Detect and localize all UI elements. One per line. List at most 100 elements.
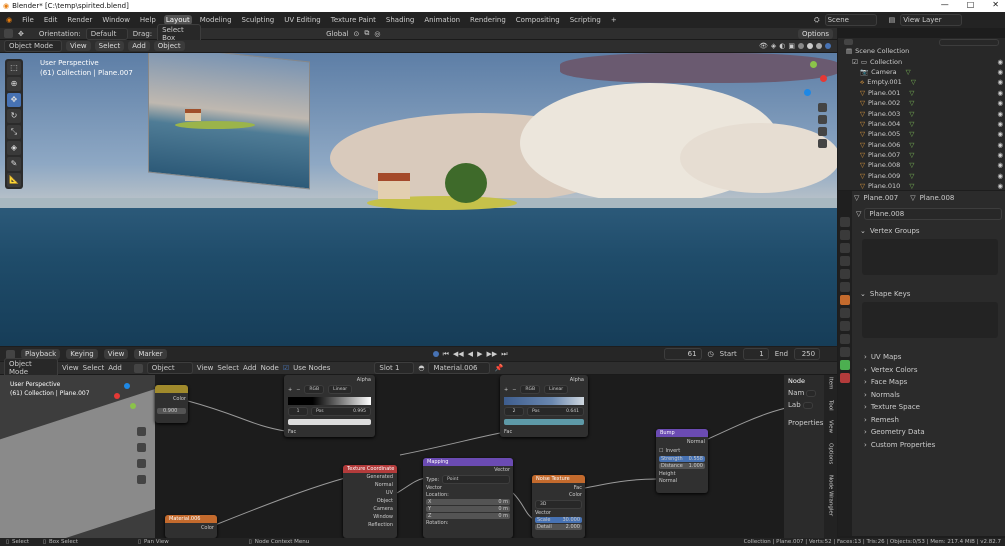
scene-collection-row[interactable]: ▤ Scene Collection [838,46,1005,56]
next-key-icon[interactable]: ▶▶ [486,350,497,358]
bump-node-header[interactable]: Bump [656,429,708,437]
eye-icon[interactable]: ◉ [997,141,1003,149]
orientation-dropdown[interactable]: Default [85,27,128,40]
current-frame-field[interactable]: 61 [663,348,702,360]
ramp2-index-field[interactable]: 2 [504,407,524,416]
bump-strength-field[interactable]: Strength 0.558 [659,456,705,462]
properties-section[interactable]: › Normals [854,389,1004,402]
menu-file[interactable]: File [20,15,36,25]
eye-icon[interactable]: ◉ [997,68,1003,76]
rotate-tool-icon[interactable]: ↻ [7,109,21,123]
perspective-toggle-icon[interactable] [818,139,827,148]
mini-view-menu[interactable]: View [62,364,79,372]
tab-shading[interactable]: Shading [384,15,416,25]
sidebar-name-field[interactable] [806,389,817,397]
outliner-item[interactable]: ▽ Plane.005 ▽ ◉ [838,129,1005,139]
play-icon[interactable]: ▶ [477,350,482,358]
object-menu[interactable]: Object [153,41,185,51]
visibility-icon[interactable]: 👁 [759,42,768,50]
material-node[interactable]: Material.006 Color [165,515,217,538]
eye-icon[interactable]: ◉ [997,58,1003,66]
material-node-header[interactable]: Material.006 [165,515,217,523]
play-reverse-icon[interactable]: ◀ [468,350,473,358]
color-node-value[interactable]: 0.900 [157,408,186,414]
sidebar-tab-view[interactable]: View [828,420,834,433]
props-tab-b[interactable]: Plane.008 [920,194,955,202]
mini-select-menu[interactable]: Select [83,364,105,372]
bump-invert-checkbox[interactable]: ☐ Invert [656,445,708,454]
pin-icon[interactable]: 📌 [494,364,503,372]
properties-section[interactable]: › Geometry Data [854,426,1004,439]
shape-keys-header[interactable]: ⌄ Shape Keys [854,288,1004,300]
noise-detail-field[interactable]: Detail 2.000 [535,524,582,530]
ramp1-pos-field[interactable]: Pos 0.995 [311,407,371,416]
ramp2-interp-dropdown[interactable]: Linear [544,385,569,394]
add-menu[interactable]: Add [128,41,150,51]
sidebar-tab-tool[interactable]: Tool [828,400,834,411]
mapping-loc-y-field[interactable]: Y0 m [426,506,510,512]
noise-dimensions-dropdown[interactable]: 3D [535,500,582,509]
mesh-name-field[interactable]: Plane.008 [864,208,1002,220]
minimize-button[interactable]: — [941,0,949,9]
tab-scripting[interactable]: Scripting [568,15,603,25]
eye-icon[interactable]: ◉ [997,99,1003,107]
noise-scale-field[interactable]: Scale 30.000 [535,517,582,523]
wireframe-shading-icon[interactable] [798,43,804,49]
slot-dropdown[interactable]: Slot 1 [374,362,415,374]
outliner-item[interactable]: ▽ Plane.007 ▽ ◉ [838,150,1005,160]
scale-tool-icon[interactable]: ⤡ [7,125,21,139]
eye-icon[interactable]: ◉ [997,161,1003,169]
eye-icon[interactable]: ◉ [997,110,1003,118]
outliner-item[interactable]: ▽ Plane.003 ▽ ◉ [838,108,1005,118]
texture-coordinate-node[interactable]: Texture Coordinate Generated Normal UV Obje… [343,465,397,538]
snap-icon[interactable]: ⧉ [364,29,369,38]
ramp1-color-swatch[interactable] [288,419,371,425]
ramp2-gradient[interactable] [504,397,584,405]
end-frame-field[interactable]: 250 [794,348,821,360]
color-ramp-node-1[interactable]: Alpha + − RGB Linear 1 Pos 0.995 Fac [284,375,375,437]
options-dropdown[interactable]: Options [797,28,833,39]
move-icon[interactable]: ✥ [18,30,24,38]
move-tool-icon[interactable]: ✥ [7,93,21,107]
tab-modeling[interactable]: Modeling [198,15,234,25]
menu-render[interactable]: Render [65,15,94,25]
menu-edit[interactable]: Edit [42,15,60,25]
data-tab-icon[interactable] [840,360,850,370]
overlay-icon[interactable]: ◐ [779,42,785,50]
navigation-gizmo[interactable] [796,59,830,99]
mapping-node[interactable]: Mapping Vector Type: Point Vector Locatio… [423,458,513,538]
eye-icon[interactable]: ◉ [997,89,1003,97]
modifier-tab-icon[interactable] [840,308,850,318]
ramp2-pos-field[interactable]: Pos 0.641 [527,407,584,416]
mapping-type-dropdown[interactable]: Point [442,475,510,484]
use-nodes-checkbox-icon[interactable]: ☑ [283,364,289,372]
annotate-tool-icon[interactable]: ✎ [7,157,21,171]
record-icon[interactable] [432,351,439,357]
solid-shading-icon[interactable] [807,43,813,49]
eye-icon[interactable]: ◉ [997,172,1003,180]
rendered-shading-icon[interactable] [825,43,831,49]
outliner-item[interactable]: ▽ Plane.010 ▽ ◉ [838,181,1005,191]
color-ramp-node-2[interactable]: Alpha + − RGB Linear 2 Pos 0.641 Fac [500,375,588,437]
collection-row[interactable]: ☑ ▭ Collection ◉ [838,56,1005,66]
mode-dropdown[interactable]: Object Mode [4,40,62,52]
blender-menu-icon[interactable]: ◉ [4,15,14,25]
node-editor[interactable]: User Perspective (61) Collection | Plane… [0,375,837,538]
mapping-loc-x-field[interactable]: X0 m [426,499,510,505]
eye-icon[interactable]: ◉ [997,151,1003,159]
object-tab-icon[interactable] [840,295,850,305]
properties-section[interactable]: › Custom Properties [854,439,1004,452]
noise-texture-node[interactable]: Noise Texture Fac Color 3D Vector Scale 3… [532,475,585,538]
proportional-edit-icon[interactable]: ◎ [374,30,380,38]
particles-tab-icon[interactable] [840,321,850,331]
checkbox-icon[interactable]: ☑ [852,58,858,66]
props-tab-a[interactable]: Plane.007 [863,194,898,202]
menu-window[interactable]: Window [100,15,132,25]
ramp2-color-swatch[interactable] [504,419,584,425]
outliner-item[interactable]: ▽ Plane.001 ▽ ◉ [838,88,1005,98]
eye-icon[interactable]: ◉ [997,130,1003,138]
vertex-groups-header[interactable]: ⌄ Vertex Groups [854,225,1004,237]
menu-help[interactable]: Help [138,15,158,25]
start-frame-field[interactable]: 1 [742,348,769,360]
ramp1-add-icon[interactable]: + [288,387,292,393]
